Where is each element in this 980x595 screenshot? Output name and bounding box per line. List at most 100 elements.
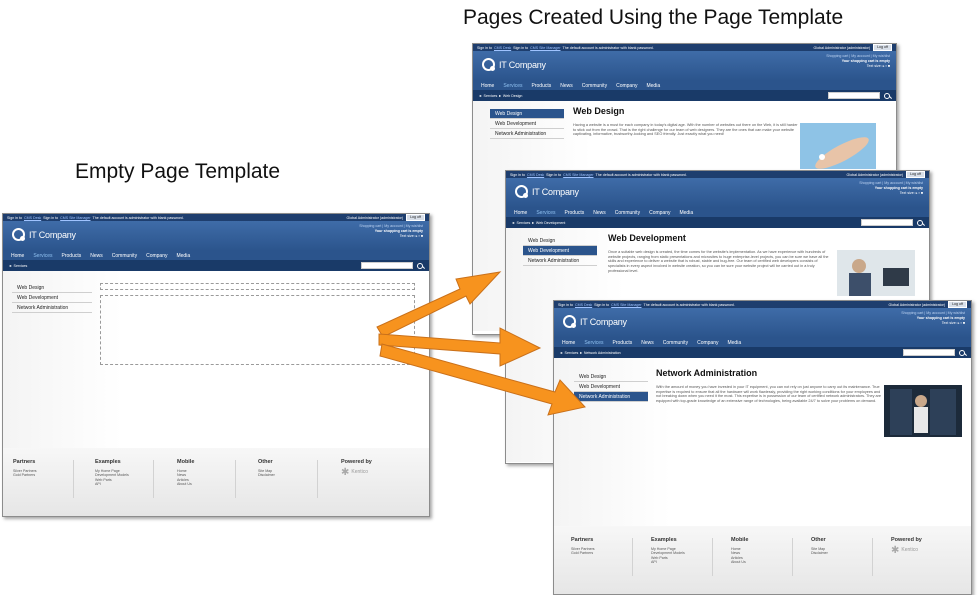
site-manager-link[interactable]: CMS Site Manager (611, 303, 641, 307)
nav-media[interactable]: Media (727, 340, 741, 346)
footer-examples-title: Examples (95, 459, 121, 465)
site-manager-link[interactable]: CMS Site Manager (563, 173, 593, 177)
breadcrumb[interactable]: ► Services (9, 264, 27, 268)
side-item-web-development[interactable]: Web Development (523, 246, 597, 256)
side-item-network-administration[interactable]: Network Administration (523, 256, 597, 266)
side-item-network-administration[interactable]: Network Administration (574, 392, 648, 402)
breadcrumb[interactable]: ► Services ► Web Design (479, 94, 522, 98)
nav-community[interactable]: Community (663, 340, 688, 346)
logo-icon (12, 228, 25, 241)
breadcrumb-bar: ► Services ► Web Design (473, 90, 896, 101)
content-zone-placeholder (100, 295, 415, 365)
search-icon[interactable] (417, 262, 423, 269)
search-input[interactable] (828, 92, 880, 99)
site-logo[interactable]: IT Company (12, 228, 76, 241)
nav-services[interactable]: Services (503, 83, 522, 89)
site-manager-link[interactable]: CMS Site Manager (530, 46, 560, 50)
nav-company[interactable]: Company (146, 253, 167, 259)
footer-link[interactable]: Gold Partners (13, 473, 37, 478)
logout-button[interactable]: Log off (948, 301, 967, 308)
nav-news[interactable]: News (560, 83, 573, 89)
nav-company[interactable]: Company (697, 340, 718, 346)
search-input[interactable] (903, 349, 955, 356)
empty-template-title: Empty Page Template (75, 160, 281, 183)
nav-products[interactable]: Products (532, 83, 552, 89)
nav-community[interactable]: Community (582, 83, 607, 89)
footer-link[interactable]: API (95, 482, 129, 487)
cms-desk-link[interactable]: CMS Desk (575, 303, 592, 307)
nav-home[interactable]: Home (11, 253, 24, 259)
logo-icon (515, 185, 528, 198)
search-input[interactable] (861, 219, 913, 226)
nav-community[interactable]: Community (615, 210, 640, 216)
nav-services[interactable]: Services (33, 253, 52, 259)
cms-desk-link[interactable]: CMS Desk (494, 46, 511, 50)
side-item-web-design[interactable]: Web Design (574, 372, 648, 382)
nav-products[interactable]: Products (613, 340, 633, 346)
nav-news[interactable]: News (593, 210, 606, 216)
nav-services[interactable]: Services (536, 210, 555, 216)
logout-button[interactable]: Log off (406, 214, 425, 221)
side-item-web-design[interactable]: Web Design (490, 109, 564, 119)
side-item-network-administration[interactable]: Network Administration (490, 129, 564, 139)
footer-link[interactable]: Disclaimer (258, 473, 275, 478)
page-heading: Network Administration (656, 368, 758, 378)
nav-home[interactable]: Home (481, 83, 494, 89)
site-logo[interactable]: IT Company (563, 315, 627, 328)
nav-services[interactable]: Services (584, 340, 603, 346)
breadcrumb[interactable]: ► Services ► Network Administration (560, 351, 621, 355)
text-size-control[interactable]: Text size: ▸ ▪ ■ (859, 191, 923, 196)
text-size-control[interactable]: Text size: ▸ ▪ ■ (901, 321, 965, 326)
kentico-logo[interactable]: ✱ Kentico (341, 467, 372, 477)
side-item-web-development[interactable]: Web Development (12, 293, 92, 303)
footer-powered-title: Powered by (341, 459, 372, 465)
search-icon[interactable] (917, 219, 923, 226)
footer-mobile-title: Mobile (731, 537, 749, 543)
text-size-control[interactable]: Text size: ▸ ▪ ■ (826, 64, 890, 69)
nav-company[interactable]: Company (616, 83, 637, 89)
created-pages-title: Pages Created Using the Page Template (463, 6, 844, 29)
nav-products[interactable]: Products (62, 253, 82, 259)
side-item-web-development[interactable]: Web Development (574, 382, 648, 392)
text-size-control[interactable]: Text size: ▸ ▪ ■ (359, 234, 423, 239)
nav-news[interactable]: News (90, 253, 103, 259)
page-heading: Web Design (573, 106, 625, 116)
site-header: IT Company Shopping cart | My account | … (3, 221, 429, 251)
footer-link[interactable]: About Us (731, 560, 748, 565)
side-menu: Web Design Web Development Network Admin… (490, 109, 564, 139)
logout-button[interactable]: Log off (873, 44, 892, 51)
side-item-network-administration[interactable]: Network Administration (12, 303, 92, 313)
cms-desk-link[interactable]: CMS Desk (24, 216, 41, 220)
site-header: IT Company Shopping cart | My account | … (554, 308, 971, 338)
footer-link[interactable]: Disclaimer (811, 551, 828, 556)
footer-link[interactable]: About Us (177, 482, 194, 487)
nav-news[interactable]: News (641, 340, 654, 346)
server-admin-photo (884, 385, 962, 437)
kentico-logo[interactable]: ✱ Kentico (891, 545, 922, 555)
side-item-web-design[interactable]: Web Design (523, 236, 597, 246)
site-manager-link[interactable]: CMS Site Manager (60, 216, 90, 220)
nav-media[interactable]: Media (646, 83, 660, 89)
logo-icon (563, 315, 576, 328)
side-menu: Web Design Web Development Network Admin… (12, 283, 92, 313)
side-item-web-development[interactable]: Web Development (490, 119, 564, 129)
nav-products[interactable]: Products (565, 210, 585, 216)
cms-desk-link[interactable]: CMS Desk (527, 173, 544, 177)
search-input[interactable] (361, 262, 413, 269)
nav-media[interactable]: Media (679, 210, 693, 216)
nav-company[interactable]: Company (649, 210, 670, 216)
nav-media[interactable]: Media (176, 253, 190, 259)
site-logo[interactable]: IT Company (515, 185, 579, 198)
search-icon[interactable] (959, 349, 965, 356)
nav-community[interactable]: Community (112, 253, 137, 259)
side-item-web-design[interactable]: Web Design (12, 283, 92, 293)
nav-home[interactable]: Home (514, 210, 527, 216)
breadcrumb[interactable]: ► Services ► Web Development (512, 221, 565, 225)
site-logo[interactable]: IT Company (482, 58, 546, 71)
side-menu: Web Design Web Development Network Admin… (574, 372, 648, 402)
nav-home[interactable]: Home (562, 340, 575, 346)
logout-button[interactable]: Log off (906, 171, 925, 178)
search-icon[interactable] (884, 92, 890, 99)
footer-link[interactable]: API (651, 560, 685, 565)
footer-link[interactable]: Gold Partners (571, 551, 595, 556)
